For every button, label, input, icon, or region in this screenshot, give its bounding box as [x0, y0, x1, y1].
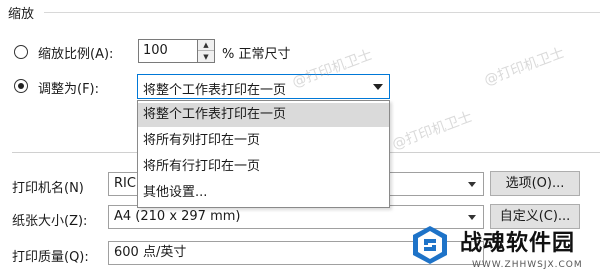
fit-to-label[interactable]: 调整为(F):	[38, 78, 99, 97]
printer-name-label: 打印机名(N)	[12, 181, 84, 196]
fit-to-combobox[interactable]: 将整个工作表打印在一页	[137, 74, 390, 99]
dropdown-option-columns[interactable]: 将所有列打印在一页	[138, 129, 389, 153]
site-logo: 战魂软件园 WWW.ZHHWSJX.COM	[402, 219, 600, 277]
adjust-to-label[interactable]: 缩放比例(A):	[38, 43, 113, 62]
paper-size-value: A4 (210 x 297 mm)	[114, 209, 241, 224]
scaling-group-title: 缩放	[8, 7, 35, 22]
fit-to-radio[interactable]	[14, 79, 28, 93]
printer-name-value: RIC	[114, 176, 136, 191]
print-quality-value: 600 点/英寸	[114, 245, 187, 260]
group-divider	[44, 12, 600, 13]
scale-percent-input[interactable]: 100	[138, 39, 198, 63]
logo-url: WWW.ZHHWSJX.COM	[472, 260, 583, 270]
print-quality-label: 打印质量(Q):	[12, 250, 89, 265]
scale-spinner[interactable]: ▲ ▼	[198, 39, 215, 63]
chevron-down-icon[interactable]	[468, 182, 476, 187]
fit-to-dropdown-list[interactable]: 将整个工作表打印在一页 将所有列打印在一页 将所有行打印在一页 其他设置...	[137, 100, 390, 208]
adjust-to-radio[interactable]	[14, 45, 28, 59]
paper-size-label: 纸张大小(Z):	[12, 214, 88, 229]
fit-to-combobox-value: 将整个工作表打印在一页	[143, 83, 287, 98]
watermark-text: @打印机卫士	[390, 109, 475, 153]
percent-normal-size-label: % 正常尺寸	[222, 47, 291, 62]
logo-badge-icon	[413, 226, 447, 264]
dropdown-option-one-page[interactable]: 将整个工作表打印在一页	[138, 103, 389, 127]
spin-up-icon[interactable]: ▲	[198, 40, 214, 51]
spin-down-icon[interactable]: ▼	[198, 51, 214, 62]
dropdown-option-more[interactable]: 其他设置...	[138, 181, 389, 205]
watermark-text: @打印机卫士	[482, 45, 567, 89]
dropdown-option-rows[interactable]: 将所有行打印在一页	[138, 155, 389, 179]
logo-text: 战魂软件园	[460, 231, 576, 256]
options-button[interactable]: 选项(O)...	[490, 171, 580, 196]
chevron-down-icon[interactable]	[373, 84, 383, 90]
